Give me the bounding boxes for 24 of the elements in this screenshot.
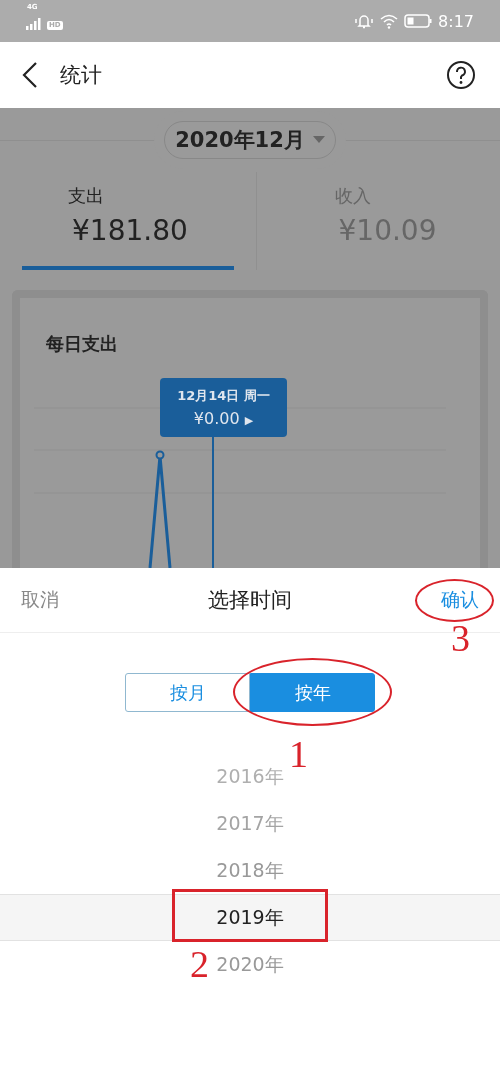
confirm-button[interactable]: 确认 bbox=[441, 587, 479, 613]
year-option[interactable]: 2016年 bbox=[216, 763, 284, 790]
signal-icon bbox=[26, 18, 44, 30]
bell-icon bbox=[354, 12, 375, 30]
year-option[interactable]: 2019年 bbox=[216, 904, 284, 931]
battery-icon bbox=[404, 14, 433, 28]
mode-toggle[interactable]: 按年 bbox=[250, 673, 375, 712]
step-number: 1 bbox=[289, 735, 308, 773]
back-icon[interactable] bbox=[22, 62, 38, 88]
caret-icon bbox=[312, 136, 325, 144]
wifi-icon bbox=[380, 13, 399, 29]
chart-tooltip: 12月14日 周一 ¥0.00 ▶ bbox=[160, 378, 287, 437]
year-option[interactable]: 2017年 bbox=[216, 810, 284, 837]
year-option[interactable]: 2020年 bbox=[216, 951, 284, 978]
help-icon[interactable] bbox=[446, 60, 476, 90]
clock-time: 8:17 bbox=[438, 11, 474, 31]
mode-toggle[interactable]: 按月 bbox=[125, 673, 250, 712]
year-option[interactable]: 2018年 bbox=[216, 857, 284, 884]
sheet-title: 选择时间 bbox=[208, 587, 292, 614]
cancel-button[interactable]: 取消 bbox=[21, 587, 59, 613]
chart-title: 每日支出 bbox=[46, 332, 119, 356]
step-number: 2 bbox=[190, 945, 209, 983]
page-title: 统计 bbox=[60, 62, 103, 89]
step-number: 3 bbox=[451, 619, 470, 657]
